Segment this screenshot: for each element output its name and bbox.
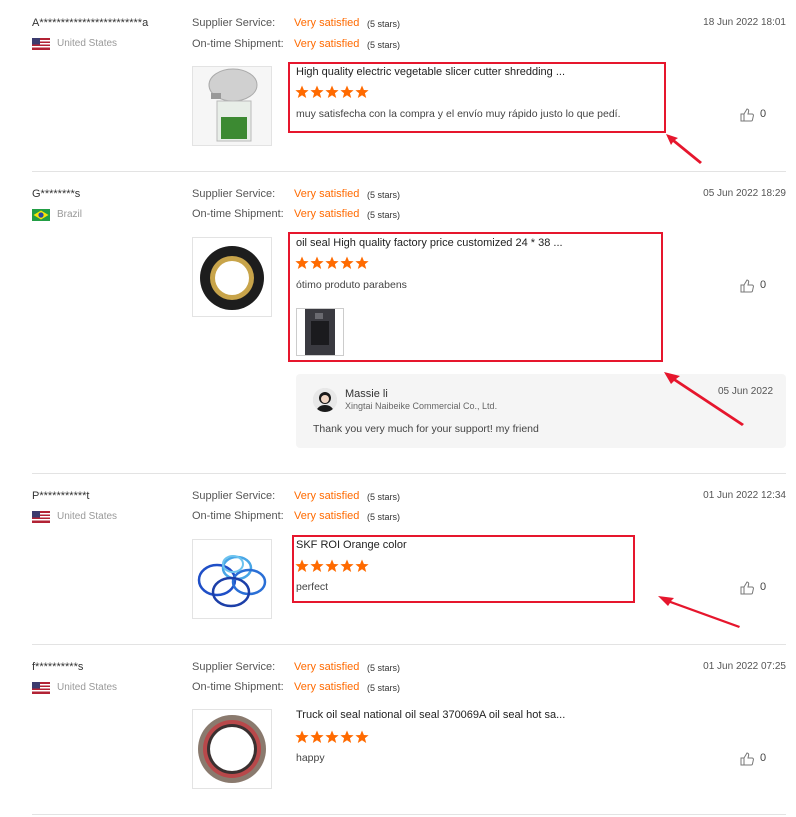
brazil-flag-icon	[32, 209, 50, 221]
red-arrow-icon	[658, 596, 740, 628]
ontime-shipment-value: Very satisfied	[294, 510, 360, 522]
thumbs-up-icon[interactable]	[740, 752, 754, 766]
rating-stars	[295, 730, 369, 744]
us-flag-icon	[32, 511, 50, 523]
star-icon	[325, 730, 339, 743]
ontime-shipment-label: On-time Shipment:	[192, 510, 284, 522]
reply-company[interactable]: Xingtai Naibeike Commercial Co., Ltd.	[345, 401, 497, 411]
product-thumbnail[interactable]	[192, 237, 272, 317]
ontime-shipment-label: On-time Shipment:	[192, 208, 284, 220]
like-count: 0	[760, 752, 767, 764]
reviewer-name: A************************a	[32, 17, 149, 29]
reply-author: Massie li	[345, 388, 388, 400]
vegetable-slicer-image	[193, 67, 271, 145]
avatar	[313, 388, 337, 412]
divider	[32, 171, 786, 172]
review-date: 18 Jun 2022 18:01	[703, 17, 786, 28]
supplier-service-label: Supplier Service:	[192, 661, 276, 673]
ontime-shipment-stars: (5 stars)	[367, 40, 401, 50]
o-ring-set-image	[193, 540, 271, 618]
thumbs-up-icon[interactable]	[740, 108, 754, 122]
review-date: 05 Jun 2022 18:29	[703, 188, 786, 199]
reviewer-name: G********s	[32, 188, 81, 200]
supplier-service-label: Supplier Service:	[192, 490, 276, 502]
supplier-service-stars: (5 stars)	[367, 663, 401, 673]
oil-seal-image	[193, 238, 271, 316]
review-date: 01 Jun 2022 07:25	[703, 661, 786, 672]
ontime-shipment-label: On-time Shipment:	[192, 38, 284, 50]
thumbs-up-icon[interactable]	[740, 279, 754, 293]
red-arrow-icon	[666, 134, 702, 164]
product-thumbnail[interactable]	[192, 539, 272, 619]
like-count: 0	[760, 108, 767, 120]
highlight-box	[292, 535, 635, 603]
red-arrow-icon	[664, 372, 744, 426]
supplier-service-stars: (5 stars)	[367, 492, 401, 502]
supplier-service-label: Supplier Service:	[192, 188, 276, 200]
ontime-shipment-stars: (5 stars)	[367, 512, 401, 522]
reviewer-country: Brazil	[57, 209, 83, 220]
supplier-service-stars: (5 stars)	[367, 19, 401, 29]
highlight-box	[288, 62, 666, 133]
divider	[32, 473, 786, 474]
ontime-shipment-value: Very satisfied	[294, 208, 360, 220]
supplier-service-value: Very satisfied	[294, 17, 360, 29]
reviewer-country: United States	[57, 38, 118, 49]
reviewer-country: United States	[57, 511, 118, 522]
star-icon	[355, 730, 369, 743]
star-icon	[340, 730, 354, 743]
supplier-service-value: Very satisfied	[294, 490, 360, 502]
supplier-service-value: Very satisfied	[294, 661, 360, 673]
product-thumbnail[interactable]	[192, 66, 272, 146]
star-icon	[295, 730, 309, 743]
us-flag-icon	[32, 682, 50, 694]
product-thumbnail[interactable]	[192, 709, 272, 789]
like-count: 0	[760, 279, 767, 291]
ontime-shipment-label: On-time Shipment:	[192, 681, 284, 693]
reviewer-name: P***********t	[32, 490, 90, 502]
avatar-image	[313, 388, 337, 412]
thumbs-up-icon[interactable]	[740, 581, 754, 595]
us-flag-icon	[32, 38, 50, 50]
reviewer-country: United States	[57, 682, 118, 693]
ontime-shipment-value: Very satisfied	[294, 681, 360, 693]
ontime-shipment-stars: (5 stars)	[367, 210, 401, 220]
star-icon	[310, 730, 324, 743]
like-count: 0	[760, 581, 767, 593]
highlight-box	[288, 232, 663, 362]
ontime-shipment-stars: (5 stars)	[367, 683, 401, 693]
supplier-service-value: Very satisfied	[294, 188, 360, 200]
supplier-service-label: Supplier Service:	[192, 17, 276, 29]
review-comment: happy	[296, 752, 325, 764]
supplier-service-stars: (5 stars)	[367, 190, 401, 200]
divider	[32, 814, 786, 815]
truck-oil-seal-image	[193, 710, 271, 788]
review-date: 01 Jun 2022 12:34	[703, 490, 786, 501]
ontime-shipment-value: Very satisfied	[294, 38, 360, 50]
product-title[interactable]: Truck oil seal national oil seal 370069A…	[296, 709, 565, 721]
reply-text: Thank you very much for your support! my…	[313, 423, 539, 435]
reviewer-name: f**********s	[32, 661, 84, 673]
divider	[32, 644, 786, 645]
